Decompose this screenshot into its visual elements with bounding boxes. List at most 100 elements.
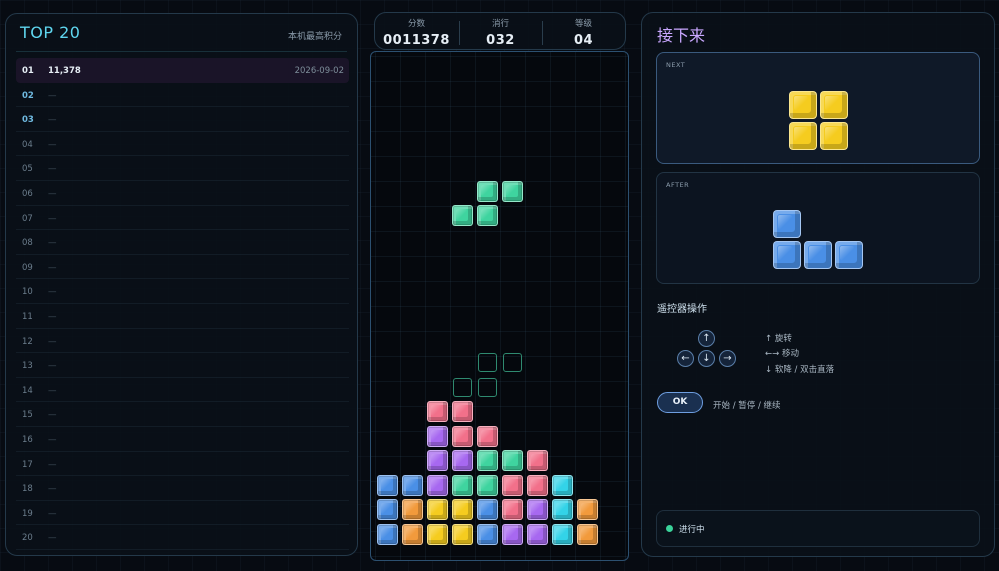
after-piece-preview: AFTER: [656, 172, 980, 284]
upcoming-title: 接下来: [657, 26, 706, 45]
leaderboard-panel: TOP 20 本机最高积分 01 11,378 2026-09-02 02—03—04…: [5, 13, 358, 556]
locked-block: [477, 474, 498, 496]
hint-drop: ↓ 软降 / 双击直落: [765, 365, 835, 375]
locked-block: [477, 499, 498, 520]
next-piece-block: [820, 122, 848, 150]
rank-score: —: [48, 508, 57, 519]
hint-move: ←→ 移动: [765, 349, 799, 359]
divider: [16, 51, 347, 52]
leaderboard-subtitle: 本机最高积分: [287, 32, 342, 42]
after-piece-block: [804, 241, 832, 269]
locked-block: [402, 523, 423, 545]
rank-score: —: [48, 287, 57, 298]
game-board[interactable]: [370, 51, 629, 561]
locked-block: [452, 499, 473, 520]
rank-date: 2026-09-02: [294, 66, 344, 76]
leaderboard-row: 10 —: [16, 279, 349, 304]
rank-score: —: [48, 139, 57, 150]
locked-block: [552, 474, 573, 496]
locked-block: [452, 523, 473, 545]
leaderboard-row: 18 —: [16, 476, 349, 501]
leaderboard-row: 04 —: [16, 132, 349, 157]
stats-bar: 分数 0011378 消行 032 等级 04: [374, 12, 626, 50]
leaderboard-row: 08 —: [16, 230, 349, 255]
locked-block: [552, 499, 573, 520]
locked-block: [527, 450, 548, 471]
ghost-piece-block: [453, 377, 472, 397]
active-piece-block: [477, 205, 498, 226]
locked-block: [477, 425, 498, 447]
locked-block: [502, 474, 523, 496]
leaderboard-row: 14 —: [16, 378, 349, 403]
rank-score: —: [48, 164, 57, 175]
after-label: AFTER: [666, 181, 690, 189]
next-piece-preview: NEXT: [656, 52, 980, 164]
leaderboard-row: 13 —: [16, 353, 349, 378]
rank-number: 19: [22, 508, 33, 519]
leaderboard-list: 01 11,378 2026-09-02 02—03—04—05—06—07—08—0…: [16, 58, 349, 550]
controls-title: 遥控器操作: [657, 304, 707, 315]
leaderboard-row: 03 —: [16, 107, 349, 132]
rank-score: —: [48, 361, 57, 372]
lines-stat: 消行 032: [459, 13, 542, 51]
arrow-up-key[interactable]: ↑: [698, 330, 715, 347]
score-value: 0011378: [383, 33, 450, 48]
ghost-piece-block: [478, 353, 497, 372]
leaderboard-row: 12 —: [16, 329, 349, 354]
arrow-right-key[interactable]: →: [719, 350, 736, 367]
leaderboard-row: 15 —: [16, 402, 349, 427]
locked-block: [577, 523, 598, 545]
leaderboard-row: 01 11,378 2026-09-02: [16, 58, 349, 83]
locked-block: [427, 474, 448, 496]
locked-block: [427, 499, 448, 520]
rank-number: 02: [22, 90, 34, 101]
ok-hint: 开始 / 暂停 / 继续: [713, 401, 781, 411]
locked-block: [502, 499, 523, 520]
rank-score: —: [48, 262, 57, 273]
rank-number: 20: [22, 533, 33, 544]
active-piece-block: [502, 180, 523, 202]
active-piece-block: [452, 205, 473, 226]
rank-number: 06: [22, 188, 33, 199]
rank-number: 07: [22, 213, 33, 224]
rank-score: —: [48, 434, 57, 445]
locked-block: [527, 523, 548, 545]
rank-number: 18: [22, 484, 33, 495]
rank-number: 12: [22, 336, 33, 347]
leaderboard-row: 16 —: [16, 427, 349, 452]
ok-button[interactable]: OK: [657, 392, 703, 413]
after-piece-block: [773, 210, 801, 238]
next-piece-block: [789, 91, 817, 119]
rank-score: —: [48, 336, 57, 347]
locked-block: [427, 401, 448, 422]
leaderboard-row: 05 —: [16, 156, 349, 181]
locked-block: [577, 499, 598, 520]
status-indicator: [666, 525, 673, 532]
locked-block: [402, 474, 423, 496]
locked-block: [402, 499, 423, 520]
level-stat: 等级 04: [542, 13, 625, 51]
hint-rotate: ↑ 旋转: [765, 334, 792, 344]
rank-score: —: [48, 188, 57, 199]
arrow-down-key[interactable]: ↓: [698, 350, 715, 367]
arrow-left-key[interactable]: ←: [677, 350, 694, 367]
active-piece-block: [477, 180, 498, 202]
locked-block: [427, 425, 448, 447]
next-piece-block: [789, 122, 817, 150]
leaderboard-row: 02 —: [16, 83, 349, 108]
locked-block: [477, 523, 498, 545]
rank-score: —: [48, 459, 57, 470]
rank-score: —: [48, 213, 57, 224]
side-panel: 接下来 NEXT AFTER 遥控器操作 ↑ ← ↓ → ↑ 旋转 ←→ 移动 …: [641, 12, 995, 557]
status-text: 进行中: [679, 525, 705, 535]
rank-number: 11: [22, 311, 33, 322]
rank-score: —: [48, 533, 57, 544]
locked-block: [427, 523, 448, 545]
locked-block: [377, 474, 398, 496]
leaderboard-row: 11 —: [16, 304, 349, 329]
rank-score: 11,378: [48, 66, 81, 76]
locked-block: [377, 499, 398, 520]
level-value: 04: [573, 33, 594, 48]
rank-number: 13: [22, 361, 33, 372]
leaderboard-row: 20 —: [16, 525, 349, 550]
